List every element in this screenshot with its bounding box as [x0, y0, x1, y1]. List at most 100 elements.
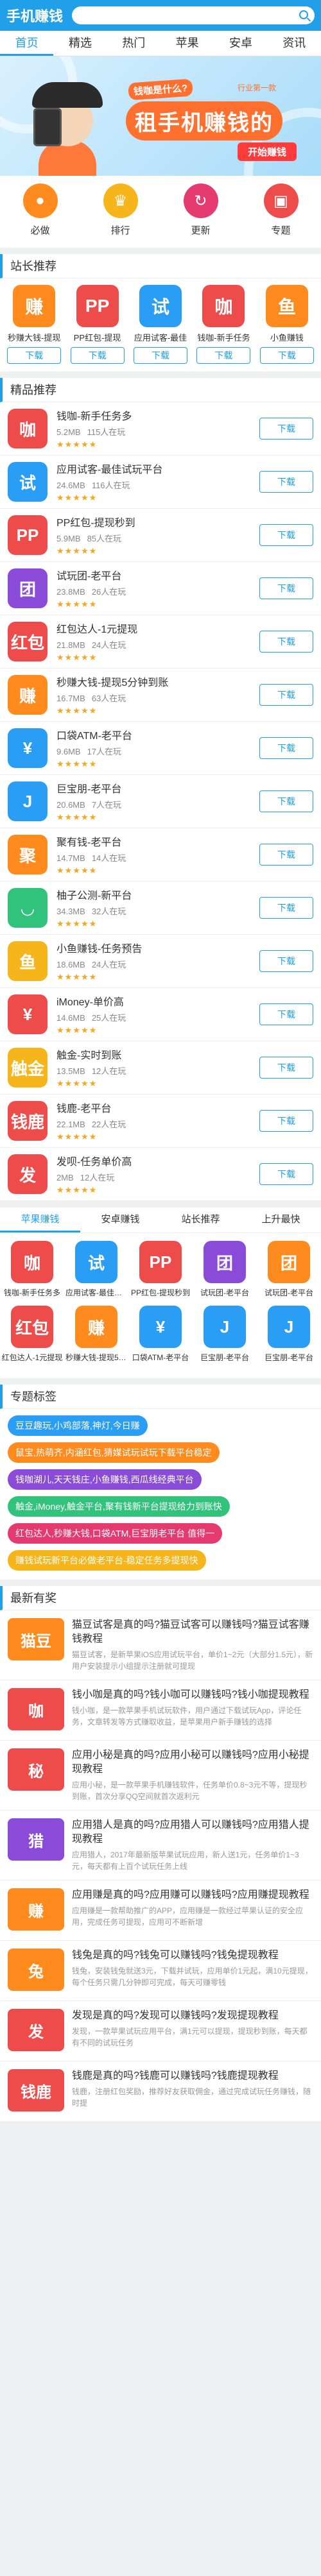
- download-button[interactable]: 下载: [259, 950, 313, 972]
- download-button[interactable]: 下载: [7, 347, 62, 364]
- promo-banner[interactable]: 钱咖是什么? 行业第一款 租手机赚钱的 开始赚钱: [0, 56, 321, 176]
- download-button[interactable]: 下载: [259, 418, 313, 439]
- download-button[interactable]: 下载: [259, 471, 313, 493]
- news-item[interactable]: 咖钱小咖是真的吗?钱小咖可以赚钱吗?钱小咖提现教程 钱小咖，是一款苹果手机试玩软件…: [0, 1680, 321, 1741]
- app-icon[interactable]: PP: [76, 285, 119, 327]
- app-icon[interactable]: PP: [8, 515, 48, 555]
- app-row[interactable]: 钱鹿 钱鹿-老平台 22.1MB 22人在玩 ★★★★★ 下载: [0, 1095, 321, 1148]
- news-thumbnail[interactable]: 咖: [8, 1688, 64, 1730]
- app-icon[interactable]: ¥: [8, 728, 48, 768]
- app-icon[interactable]: 赚: [13, 285, 56, 327]
- app-row[interactable]: 团试玩团-老平台 23.8MB 26人在玩 ★★★★★ 下载: [0, 562, 321, 615]
- app-icon[interactable]: 咖: [202, 285, 245, 327]
- app-icon[interactable]: 触金: [8, 1048, 48, 1088]
- ranking-tab[interactable]: 上升最快: [241, 1207, 321, 1233]
- news-thumbnail[interactable]: 秘: [8, 1748, 64, 1791]
- app-icon[interactable]: 试: [8, 462, 48, 502]
- download-button[interactable]: 下载: [70, 347, 125, 364]
- quick-topic[interactable]: ▣ 专题: [241, 183, 321, 248]
- topic-tag[interactable]: 触金,iMoney,触金平台,聚有钱新平台提现给力到账快: [8, 1496, 230, 1517]
- news-title[interactable]: 应用小秘是真的吗?应用小秘可以赚钱吗?应用小秘提现教程: [72, 1748, 313, 1777]
- news-thumbnail[interactable]: 发: [8, 2009, 64, 2051]
- news-thumbnail[interactable]: 赚: [8, 1888, 64, 1931]
- download-button[interactable]: 下载: [259, 577, 313, 599]
- app-icon[interactable]: J: [8, 781, 48, 821]
- site-logo[interactable]: 手机赚钱: [6, 5, 63, 26]
- app-icon[interactable]: J: [268, 1306, 310, 1348]
- news-title[interactable]: 猫豆试客是真的吗?猫豆试客可以赚钱吗?猫豆试客赚钱教程: [72, 1618, 313, 1646]
- news-thumbnail[interactable]: 猎: [8, 1818, 64, 1861]
- grid-item[interactable]: J 巨宝朋-老平台: [257, 1306, 321, 1363]
- app-row[interactable]: 赚秒赚大钱-提现5分钟到账 16.7MB 63人在玩 ★★★★★ 下载: [0, 669, 321, 722]
- download-button[interactable]: 下载: [259, 524, 313, 546]
- app-row[interactable]: 发发呗-任务单价高 2MB 12人在玩 ★★★★★ 下载: [0, 1148, 321, 1201]
- app-row[interactable]: 触金 触金-实时到账 13.5MB 12人在玩 ★★★★★ 下载: [0, 1041, 321, 1095]
- nav-apple[interactable]: 苹果: [160, 31, 214, 56]
- station-item[interactable]: 赚秒赚大钱-提现 下载: [3, 285, 65, 364]
- app-icon[interactable]: 试: [75, 1241, 117, 1283]
- grid-item[interactable]: ¥ 口袋ATM-老平台: [128, 1306, 193, 1363]
- download-button[interactable]: 下载: [259, 684, 313, 706]
- grid-item[interactable]: 团试玩团-老平台: [257, 1241, 321, 1298]
- app-icon[interactable]: 红包: [8, 622, 48, 661]
- search-icon[interactable]: [299, 10, 308, 19]
- news-thumbnail[interactable]: 猫豆: [8, 1618, 64, 1660]
- download-button[interactable]: 下载: [259, 737, 313, 759]
- ranking-tab[interactable]: 安卓赚钱: [80, 1207, 160, 1233]
- app-icon[interactable]: 赚: [8, 675, 48, 715]
- nav-home[interactable]: 首页: [0, 31, 54, 56]
- station-item[interactable]: 试应用试客-最佳 下载: [129, 285, 192, 364]
- app-icon[interactable]: 红包: [11, 1306, 53, 1348]
- banner-cta-button[interactable]: 开始赚钱: [238, 142, 297, 161]
- app-icon[interactable]: 鱼: [265, 285, 308, 327]
- station-item[interactable]: PP PP红包-提现 下载: [65, 285, 128, 364]
- download-button[interactable]: 下载: [259, 790, 313, 812]
- app-row[interactable]: 聚聚有钱-老平台 14.7MB 14人在玩 ★★★★★ 下载: [0, 828, 321, 882]
- search-box[interactable]: [72, 6, 315, 24]
- topic-tag[interactable]: 钱咖湖儿,天天钱庄,小鱼赚钱,西瓜线经典平台: [8, 1469, 202, 1490]
- app-row[interactable]: 试应用试客-最佳试玩平台 24.6MB 116人在玩 ★★★★★ 下载: [0, 456, 321, 509]
- download-button[interactable]: 下载: [259, 1003, 313, 1025]
- app-row[interactable]: ◡ 柚子公测-新平台 34.3MB 32人在玩 ★★★★★ 下载: [0, 882, 321, 935]
- ranking-tab[interactable]: 站长推荐: [160, 1207, 241, 1233]
- news-item[interactable]: 猫豆 猫豆试客是真的吗?猫豆试客可以赚钱吗?猫豆试客赚钱教程 猫豆试客，是新苹果iO…: [0, 1610, 321, 1680]
- nav-selected[interactable]: 精选: [53, 31, 107, 56]
- app-icon[interactable]: J: [204, 1306, 246, 1348]
- nav-news[interactable]: 资讯: [268, 31, 321, 56]
- app-row[interactable]: 红包 红包达人-1元提现 21.8MB 24人在玩 ★★★★★ 下载: [0, 615, 321, 669]
- download-button[interactable]: 下载: [259, 1163, 313, 1185]
- nav-android[interactable]: 安卓: [214, 31, 267, 56]
- news-item[interactable]: 兔钱兔是真的吗?钱兔可以赚钱吗?钱兔提现教程 钱兔，安装钱兔就送3元，下载并试玩，…: [0, 1941, 321, 2001]
- news-item[interactable]: 钱鹿 钱鹿是真的吗?钱鹿可以赚钱吗?钱鹿提现教程 钱鹿，注册红包奖励，推荐好友获取佣…: [0, 2061, 321, 2122]
- app-row[interactable]: ¥ 口袋ATM-老平台 9.6MB 17人在玩 ★★★★★ 下载: [0, 722, 321, 775]
- quick-must-do[interactable]: ● 必做: [0, 183, 80, 248]
- grid-item[interactable]: PP PP红包-提现秒到: [128, 1241, 193, 1298]
- news-item[interactable]: 赚应用赚是真的吗?应用赚可以赚钱吗?应用赚提现教程 应用赚是一款帮助推广的APP，…: [0, 1881, 321, 1941]
- nav-hot[interactable]: 热门: [107, 31, 160, 56]
- news-item[interactable]: 秘应用小秘是真的吗?应用小秘可以赚钱吗?应用小秘提现教程 应用小秘，是一款苹果手机…: [0, 1741, 321, 1811]
- news-title[interactable]: 应用猎人是真的吗?应用猎人可以赚钱吗?应用猎人提现教程: [72, 1818, 313, 1847]
- download-button[interactable]: 下载: [259, 1057, 313, 1079]
- news-item[interactable]: 猎应用猎人是真的吗?应用猎人可以赚钱吗?应用猎人提现教程 应用猎人，2017年最新…: [0, 1811, 321, 1881]
- grid-item[interactable]: J 巨宝朋-老平台: [193, 1306, 257, 1363]
- download-button[interactable]: 下载: [259, 844, 313, 866]
- news-title[interactable]: 应用赚是真的吗?应用赚可以赚钱吗?应用赚提现教程: [72, 1888, 313, 1902]
- download-button[interactable]: 下载: [134, 347, 188, 364]
- app-icon[interactable]: PP: [139, 1241, 182, 1283]
- topic-tag[interactable]: 鼠宝,热萌齐,内涵红包,猜媒试玩试玩下载平台稳定: [8, 1442, 220, 1463]
- download-button[interactable]: 下载: [259, 897, 313, 919]
- app-icon[interactable]: 团: [204, 1241, 246, 1283]
- topic-tag[interactable]: 豆豆趣玩,小鸡部落,神灯,今日赚: [8, 1415, 148, 1436]
- quick-update[interactable]: ↻ 更新: [160, 183, 241, 248]
- app-row[interactable]: ¥ iMoney-单价高 14.6MB 25人在玩 ★★★★★ 下载: [0, 988, 321, 1041]
- app-icon[interactable]: 鱼: [8, 941, 48, 981]
- app-icon[interactable]: ¥: [139, 1306, 182, 1348]
- ranking-tab[interactable]: 苹果赚钱: [0, 1207, 80, 1233]
- station-item[interactable]: 鱼小鱼赚钱 下载: [256, 285, 318, 364]
- app-row[interactable]: J 巨宝朋-老平台 20.6MB 7人在玩 ★★★★★ 下载: [0, 775, 321, 828]
- news-thumbnail[interactable]: 兔: [8, 1949, 64, 1991]
- download-button[interactable]: 下载: [259, 347, 314, 364]
- grid-item[interactable]: 咖钱咖-新手任务多: [0, 1241, 64, 1298]
- news-thumbnail[interactable]: 钱鹿: [8, 2069, 64, 2111]
- station-item[interactable]: 咖钱咖-新手任务 下载: [192, 285, 255, 364]
